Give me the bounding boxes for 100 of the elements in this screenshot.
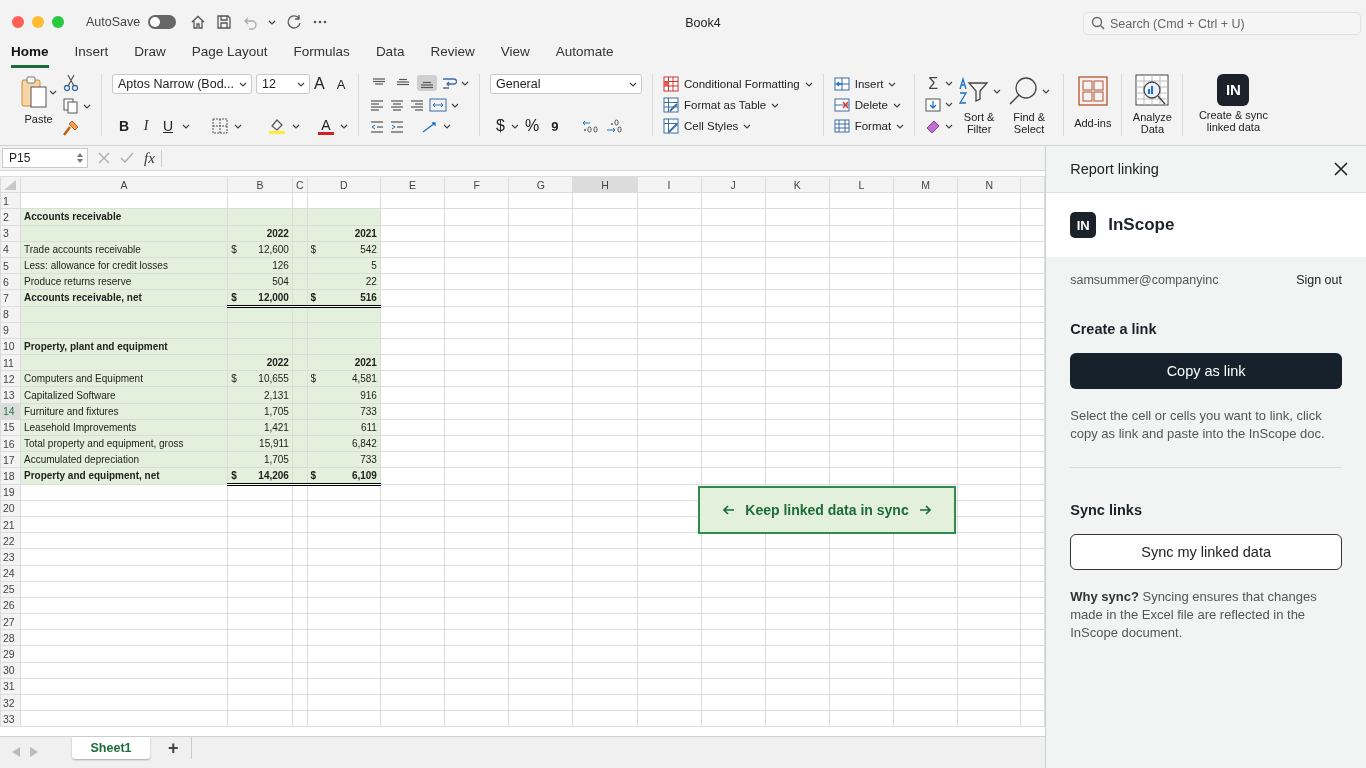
sign-out-link[interactable]: Sign out — [1296, 273, 1342, 287]
italic-button[interactable]: I — [138, 118, 154, 134]
eraser-icon[interactable] — [925, 118, 942, 135]
ribbon-tab[interactable]: Automate — [555, 44, 614, 68]
column-header[interactable]: L — [829, 176, 894, 193]
column-header[interactable]: B — [227, 176, 293, 193]
caret-icon[interactable] — [629, 81, 637, 87]
caret-icon[interactable] — [239, 81, 247, 87]
home-icon[interactable] — [190, 14, 207, 30]
caret-icon[interactable] — [945, 123, 954, 129]
align-right-icon[interactable] — [409, 98, 425, 112]
caret-icon[interactable] — [945, 81, 954, 87]
styles-menu-button[interactable]: Conditional Formatting — [684, 78, 800, 90]
column-header[interactable]: N — [957, 176, 1021, 193]
add-ins-button[interactable]: Add-ins — [1074, 74, 1112, 136]
cells-menu-button[interactable]: Insert — [854, 78, 884, 90]
caret-icon[interactable] — [743, 123, 752, 129]
caret-icon[interactable] — [340, 123, 348, 129]
ribbon-tab[interactable]: Page Layout — [191, 44, 268, 68]
wrap-text-icon[interactable] — [441, 75, 457, 92]
caret-icon[interactable] — [892, 102, 901, 108]
increase-indent-icon[interactable] — [389, 119, 405, 134]
autosum-button[interactable]: Σ — [925, 74, 942, 93]
font-color-button[interactable]: A — [318, 117, 334, 135]
decrease-indent-icon[interactable] — [369, 119, 385, 134]
ribbon-tab[interactable]: Data — [375, 44, 405, 68]
column-header[interactable]: E — [380, 176, 445, 193]
add-sheet-button[interactable]: + — [164, 737, 192, 759]
cells-menu-button[interactable]: Format — [854, 120, 892, 132]
caret-icon[interactable] — [771, 102, 780, 108]
fill-color-icon[interactable] — [268, 117, 286, 135]
currency-button[interactable]: $ — [496, 117, 505, 135]
caret-icon[interactable] — [461, 80, 469, 86]
ribbon-tab[interactable]: Formulas — [293, 44, 350, 68]
caret-icon[interactable] — [292, 123, 300, 129]
ribbon-tab[interactable]: View — [500, 44, 530, 68]
underline-button[interactable]: U — [160, 118, 176, 134]
cells-menu-button[interactable]: Delete — [854, 99, 888, 111]
decrease-decimal-icon[interactable] — [606, 118, 625, 134]
ribbon-tab[interactable]: Insert — [74, 44, 109, 68]
caret-icon[interactable] — [804, 81, 813, 87]
align-bottom-button[interactable] — [417, 75, 437, 92]
merge-cells-icon[interactable] — [429, 98, 447, 112]
sort-filter-button[interactable]: Sort & Filter — [957, 74, 1002, 136]
insert-function-button[interactable]: fx — [144, 149, 162, 167]
caret-icon[interactable] — [83, 103, 91, 109]
sheet-tab[interactable]: Sheet1 — [72, 737, 150, 759]
check-icon[interactable] — [120, 152, 134, 164]
caret-icon[interactable] — [510, 123, 519, 129]
column-header[interactable]: A — [20, 176, 228, 193]
column-header[interactable]: J — [701, 176, 766, 193]
analyze-data-button[interactable]: Analyze Data — [1132, 74, 1173, 136]
column-header[interactable]: F — [444, 176, 509, 193]
ribbon-tab[interactable]: Draw — [134, 44, 166, 68]
column-header[interactable]: H — [572, 176, 638, 193]
autosave-toggle[interactable] — [148, 15, 177, 29]
paste-button[interactable]: Paste — [20, 74, 57, 136]
column-header[interactable]: K — [765, 176, 830, 193]
scissors-icon[interactable] — [63, 74, 79, 92]
name-box[interactable]: P15 — [2, 148, 88, 168]
caret-icon[interactable] — [443, 124, 451, 130]
column-header[interactable]: D — [307, 176, 381, 193]
close-icon[interactable] — [1334, 162, 1348, 176]
ribbon-tab[interactable]: Home — [11, 44, 49, 68]
caret-icon[interactable] — [234, 123, 242, 129]
caret-icon[interactable] — [268, 19, 277, 25]
caret-icon[interactable] — [888, 81, 897, 87]
sync-button[interactable]: Sync my linked data — [1070, 534, 1342, 570]
increase-font-size-button[interactable]: A — [314, 75, 325, 93]
font-name-dropdown[interactable]: Aptos Narrow (Bod... — [112, 74, 252, 94]
column-header[interactable]: I — [637, 176, 702, 193]
close-button[interactable] — [12, 16, 24, 28]
caret-icon[interactable] — [49, 89, 57, 95]
orientation-icon[interactable] — [421, 119, 439, 134]
caret-icon[interactable] — [297, 81, 305, 87]
column-header[interactable]: M — [893, 176, 958, 193]
styles-menu-button[interactable]: Cell Styles — [684, 120, 739, 132]
copy-link-button[interactable]: Copy as link — [1070, 353, 1342, 389]
format-painter-icon[interactable] — [63, 120, 79, 136]
find-select-button[interactable]: Find & Select — [1005, 74, 1054, 136]
redo-icon[interactable] — [286, 14, 303, 30]
increase-decimal-icon[interactable] — [582, 118, 601, 134]
caret-icon[interactable] — [451, 102, 459, 108]
caret-icon[interactable] — [945, 102, 954, 108]
caret-icon[interactable] — [896, 123, 905, 129]
number-format-dropdown[interactable]: General — [490, 74, 642, 94]
borders-icon[interactable] — [212, 118, 228, 134]
fill-down-icon[interactable] — [925, 97, 942, 113]
font-size-dropdown[interactable]: 12 — [256, 74, 310, 94]
copy-icon[interactable] — [63, 98, 79, 114]
caret-icon[interactable] — [1042, 88, 1051, 94]
align-left-icon[interactable] — [369, 98, 385, 112]
decrease-font-size-button[interactable]: A — [336, 76, 346, 92]
align-center-icon[interactable] — [389, 98, 405, 112]
save-icon[interactable] — [216, 14, 233, 30]
percent-button[interactable]: % — [524, 117, 540, 135]
create-sync-button[interactable]: IN Create & sync linked data — [1193, 74, 1274, 136]
bold-button[interactable]: B — [116, 118, 132, 134]
caret-icon[interactable] — [182, 123, 190, 129]
search-field[interactable]: Search (Cmd + Ctrl + U) — [1083, 12, 1361, 35]
